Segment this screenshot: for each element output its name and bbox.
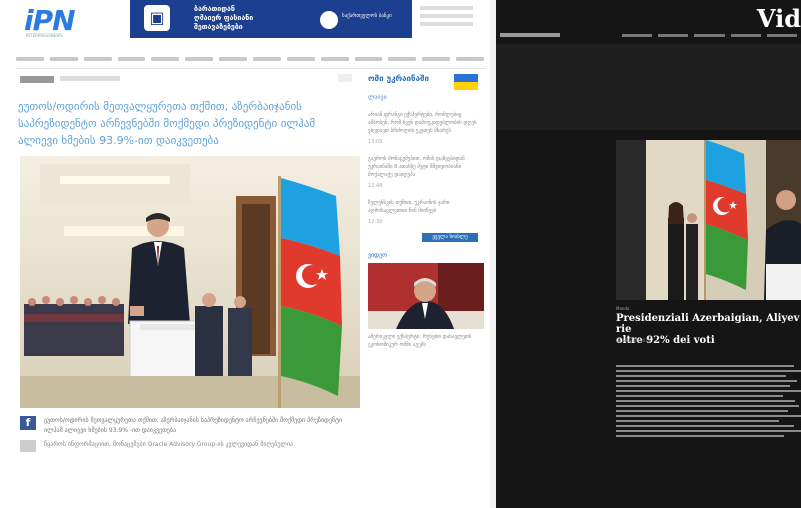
right-news-page: Vid Mondo Presidenziali Azerbaigian, Ali… (496, 0, 801, 508)
photo-caption-row: f ეუთოს/ოდირის მეთვალყურეთა თქმით, აზერბ… (20, 416, 360, 436)
article-kicker[interactable]: Mondo (616, 306, 629, 311)
video-thumbnail-image (368, 263, 484, 329)
article-photo-right (616, 140, 801, 300)
category-badge[interactable] (20, 76, 54, 83)
ad-banner[interactable]: ▣ ბარათიდან ღმაიერ ფასიანი შეთავაზებები … (130, 0, 412, 38)
site-logo-right[interactable]: Vid (757, 4, 801, 33)
top-menu[interactable] (622, 34, 798, 38)
sidebar-subtitle[interactable]: ლაივი (368, 94, 484, 101)
left-news-page: iPN INTERPRESSNEWS ▣ ბარათიდან ღმაიერ ფა… (0, 0, 490, 508)
header-band (496, 44, 801, 130)
more-news-button[interactable]: ყველა სიახლე (422, 233, 478, 242)
sidebar-item[interactable]: არიან ფრანგი ექსპერტები, რომლებიც ამბობე… (368, 111, 484, 135)
article-headline: ეუთოს/ოდირის მეთვალყურეთა თქმით, აზერბაი… (18, 100, 316, 147)
voting-hall-image (616, 140, 801, 300)
card-icon: ▣ (144, 5, 170, 31)
divider (16, 68, 486, 69)
video-thumbnail[interactable] (368, 263, 484, 329)
sidebar-item-time: 12:48 (368, 183, 383, 189)
top-menu-left[interactable] (500, 33, 560, 37)
voting-scene-image (20, 156, 360, 408)
sidebar-item-time: 12:30 (368, 219, 383, 225)
sidebar: ომი უკრაინაში ლაივი არიან ფრანგი ექსპერტ… (368, 74, 484, 349)
email-share-icon[interactable] (20, 440, 36, 452)
facebook-share-icon[interactable]: f (20, 416, 36, 430)
sidebar-item-time: 13:05 (368, 139, 383, 145)
site-logo-subtitle: INTERPRESSNEWS (26, 33, 63, 38)
bank-name: საქართველოს ბანკი (342, 13, 392, 19)
photo-caption: ეუთოს/ოდირის მეთვალყურეთა თქმით, აზერბაი… (44, 417, 343, 434)
ukraine-flag-icon (454, 74, 478, 90)
header-meta (420, 2, 486, 30)
sidebar-item[interactable]: ზელენსკის თქმით, უკრაინის ჯარი აღმოსავლე… (368, 199, 484, 215)
sidebar-item[interactable]: გაეროს მონაცემებით, ომის დაწყებიდან უკრა… (368, 155, 484, 179)
article-body: წყაროს ინფორმაციით, მონაცემები Oracle Ad… (44, 441, 294, 448)
video-section-heading[interactable]: ვიდეო (368, 252, 484, 259)
article-body-right (616, 362, 801, 440)
bank-logo-icon (320, 11, 338, 29)
banner-text: ბარათიდან ღმაიერ ფასიანი შეთავაზებები (194, 5, 254, 31)
article-date (60, 76, 120, 81)
share-icon[interactable] (338, 74, 352, 82)
main-nav[interactable] (16, 54, 485, 64)
article-date-right: 08 febbraio 2024 (616, 338, 651, 343)
video-caption[interactable]: ამერიკელი ექსპერტი: რუსეთი დასავლეთს ეკო… (368, 333, 484, 349)
article-photo (20, 156, 360, 408)
